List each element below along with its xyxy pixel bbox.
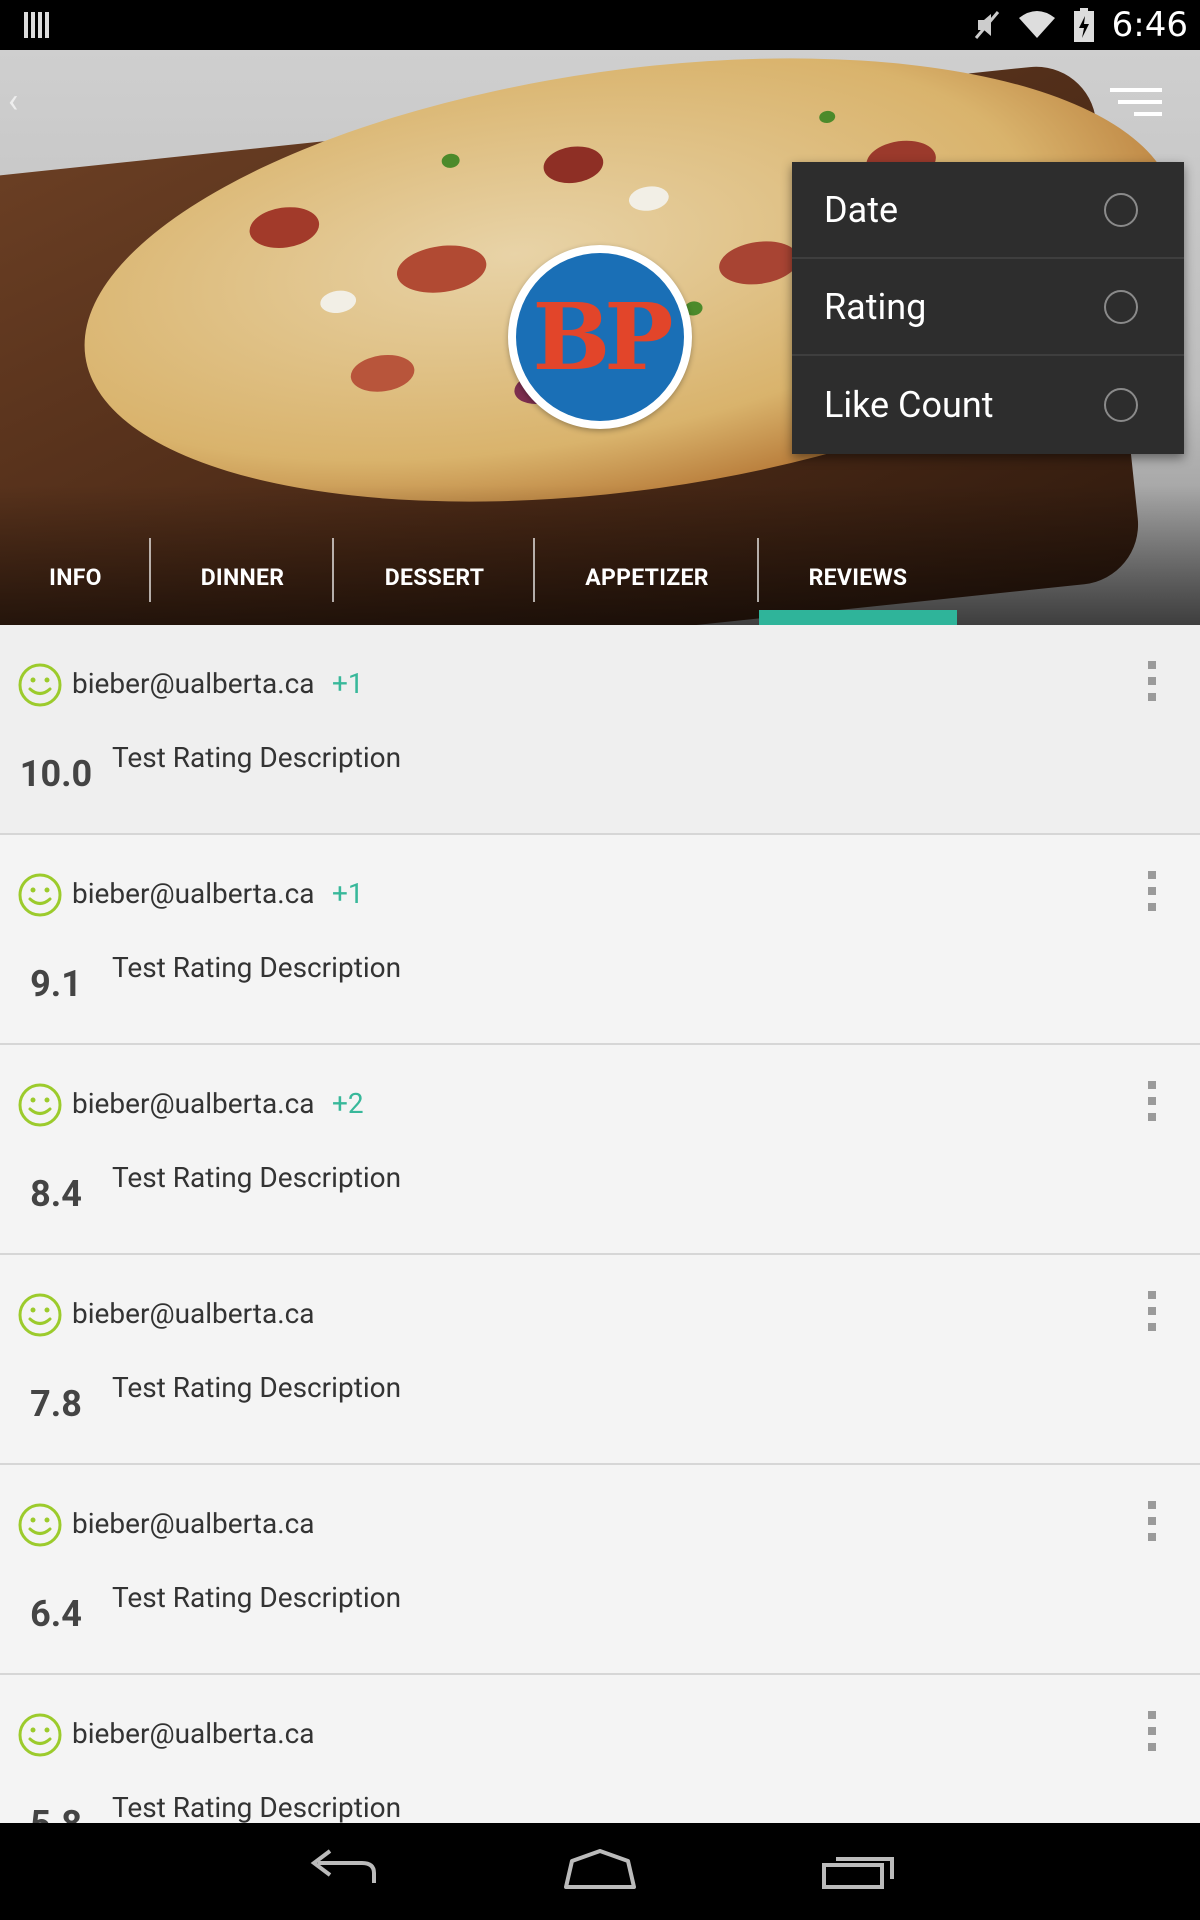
review-author: bieber@ualberta.ca (72, 1087, 315, 1120)
review-description: Test Rating Description (112, 1161, 402, 1194)
review-rating: 10.0 (19, 753, 93, 795)
review-rating: 8.4 (30, 1173, 82, 1215)
review-like-count: +1 (332, 877, 364, 910)
radio-button[interactable] (1104, 192, 1138, 227)
more-vert-icon[interactable] (1146, 871, 1158, 917)
smiley-icon (18, 1293, 62, 1337)
system-nav-bar (0, 1823, 1200, 1920)
restaurant-logo: BP (508, 245, 692, 429)
more-vert-icon[interactable] (1146, 1501, 1158, 1547)
more-vert-icon[interactable] (1146, 661, 1158, 707)
review-description: Test Rating Description (112, 741, 402, 774)
review-author: bieber@ualberta.ca (72, 1717, 315, 1750)
review-item[interactable]: bieber@ualberta.ca +2 8.4 Test Rating De… (0, 1045, 1200, 1255)
review-rating: 6.4 (30, 1593, 82, 1635)
status-icons: 6:46 (974, 0, 1188, 50)
review-rating: 5.8 (0, 1803, 112, 1823)
review-description: Test Rating Description (112, 951, 402, 984)
smiley-icon (18, 1713, 62, 1757)
review-author: bieber@ualberta.ca (72, 877, 315, 910)
review-rating: 9.1 (30, 963, 82, 1005)
review-rating: 7.8 (30, 1383, 82, 1425)
wifi-icon (1018, 10, 1056, 40)
review-author: bieber@ualberta.ca (72, 667, 315, 700)
more-vert-icon[interactable] (1146, 1711, 1158, 1757)
clock: 6:46 (1111, 5, 1188, 45)
barcode-icon (24, 12, 50, 38)
mute-icon (974, 9, 1000, 41)
review-author: bieber@ualberta.ca (72, 1297, 315, 1330)
sort-option-like-count[interactable]: Like Count (792, 356, 1184, 453)
home-nav-icon[interactable] (560, 1843, 640, 1899)
review-description: Test Rating Description (112, 1791, 402, 1823)
status-bar: 6:46 (0, 0, 1200, 50)
review-like-count: +2 (332, 1087, 364, 1120)
back-nav-icon[interactable] (302, 1843, 382, 1899)
radio-button[interactable] (1104, 387, 1138, 422)
sort-menu-icon[interactable] (1110, 88, 1162, 122)
review-description: Test Rating Description (112, 1371, 402, 1404)
smiley-icon (18, 1083, 62, 1127)
sort-option-rating[interactable]: Rating (792, 259, 1184, 356)
review-item[interactable]: bieber@ualberta.ca +1 9.1 Test Rating De… (0, 835, 1200, 1045)
review-item[interactable]: bieber@ualberta.ca 7.8 Test Rating Descr… (0, 1255, 1200, 1465)
smiley-icon (18, 873, 62, 917)
review-author: bieber@ualberta.ca (72, 1507, 315, 1540)
sort-dropdown-menu: Date Rating Like Count (792, 162, 1184, 454)
smiley-icon (18, 1503, 62, 1547)
tab-appetizer[interactable]: APPETIZER (535, 530, 759, 625)
more-vert-icon[interactable] (1146, 1081, 1158, 1127)
tab-dinner[interactable]: DINNER (151, 530, 334, 625)
tab-info[interactable]: INFO (0, 530, 151, 625)
selected-tab-indicator (759, 610, 957, 625)
review-item[interactable]: bieber@ualberta.ca +1 10.0 Test Rating D… (0, 625, 1200, 835)
sort-option-date[interactable]: Date (792, 162, 1184, 259)
radio-button[interactable] (1104, 289, 1138, 324)
recents-nav-icon[interactable] (818, 1843, 898, 1899)
review-like-count: +1 (332, 667, 364, 700)
more-vert-icon[interactable] (1146, 1291, 1158, 1337)
review-description: Test Rating Description (112, 1581, 402, 1614)
category-tabs: INFO DINNER DESSERT APPETIZER REVIEWS (0, 530, 1200, 625)
reviews-list[interactable]: bieber@ualberta.ca +1 10.0 Test Rating D… (0, 625, 1200, 1823)
review-item[interactable]: bieber@ualberta.ca 6.4 Test Rating Descr… (0, 1465, 1200, 1675)
review-item[interactable]: bieber@ualberta.ca 5.8 Test Rating Descr… (0, 1675, 1200, 1823)
battery-charging-icon (1073, 8, 1094, 42)
tab-dessert[interactable]: DESSERT (334, 530, 535, 625)
smiley-icon (18, 663, 62, 707)
back-chevron-icon[interactable]: ‹ (8, 84, 28, 118)
